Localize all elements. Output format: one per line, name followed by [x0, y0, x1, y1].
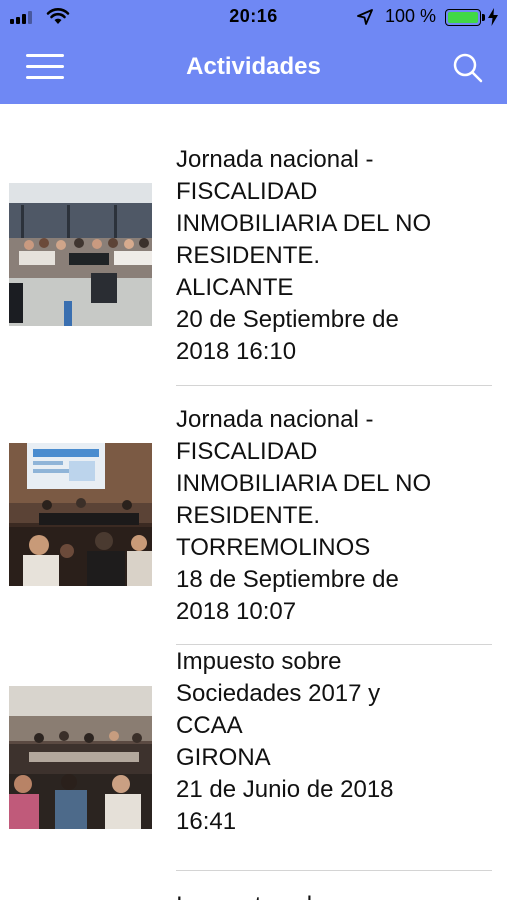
activity-thumbnail	[9, 183, 152, 326]
activity-date: 20 de Septiembre de	[176, 306, 399, 333]
activity-date: 18 de Septiembre de	[176, 566, 399, 593]
battery-percent: 100 %	[385, 6, 437, 26]
battery-icon	[445, 9, 485, 26]
navigation-bar: Actividades	[0, 34, 507, 104]
activity-thumbnail	[9, 443, 152, 586]
activity-location: ALICANTE	[176, 274, 294, 301]
activities-list: Jornada nacional - FISCALIDAD INMOBILIAR…	[0, 104, 507, 900]
page-title: Actividades	[186, 53, 321, 80]
activity-title-line: FISCALIDAD	[176, 178, 318, 205]
activity-title-line: RESIDENTE.	[176, 242, 321, 269]
search-icon[interactable]	[452, 52, 484, 84]
activity-title-line: CCAA	[176, 712, 243, 739]
activity-title-line: Sociedades 2017 y	[176, 680, 381, 707]
activity-thumbnail	[9, 686, 152, 829]
activity-title-line: INMOBILIARIA DEL NO	[176, 210, 432, 237]
activity-location: TORREMOLINOS	[176, 534, 371, 561]
activity-item[interactable]: Jornada nacional - FISCALIDAD INMOBILIAR…	[0, 386, 507, 645]
activity-location: GIRONA	[176, 744, 271, 771]
activity-title-line: RESIDENTE.	[176, 502, 321, 529]
activity-item[interactable]: Impuesto sobre	[0, 870, 507, 900]
activity-date: 21 de Junio de 2018	[176, 776, 394, 803]
activity-title-line: Jornada nacional -	[176, 406, 374, 433]
activity-text: Impuesto sobre Sociedades 2017 y CCAA GI…	[176, 646, 496, 838]
activity-title-line: Impuesto sobre	[176, 890, 496, 900]
activity-date: 2018 10:07	[176, 598, 297, 625]
activity-title-line: Impuesto sobre	[176, 648, 342, 675]
activity-title-line: Jornada nacional -	[176, 146, 374, 173]
activity-date: 16:41	[176, 808, 237, 835]
status-bar: 20:16 100 %	[0, 0, 507, 34]
header: 20:16 100 % Actividades	[0, 0, 507, 104]
activity-text: Impuesto sobre	[176, 890, 496, 900]
activity-item[interactable]: Impuesto sobre Sociedades 2017 y CCAA GI…	[0, 644, 507, 871]
activity-text: Jornada nacional - FISCALIDAD INMOBILIAR…	[176, 404, 496, 628]
activity-item[interactable]: Jornada nacional - FISCALIDAD INMOBILIAR…	[0, 104, 507, 386]
activity-title-line: INMOBILIARIA DEL NO	[176, 470, 432, 497]
app-screen: 20:16 100 % Actividades Jornada nacional…	[0, 0, 507, 900]
activity-title-line: FISCALIDAD	[176, 438, 318, 465]
activity-text: Jornada nacional - FISCALIDAD INMOBILIAR…	[176, 144, 496, 368]
location-arrow-icon	[357, 9, 373, 25]
charging-bolt-icon	[488, 8, 498, 26]
activity-date: 2018 16:10	[176, 338, 297, 365]
